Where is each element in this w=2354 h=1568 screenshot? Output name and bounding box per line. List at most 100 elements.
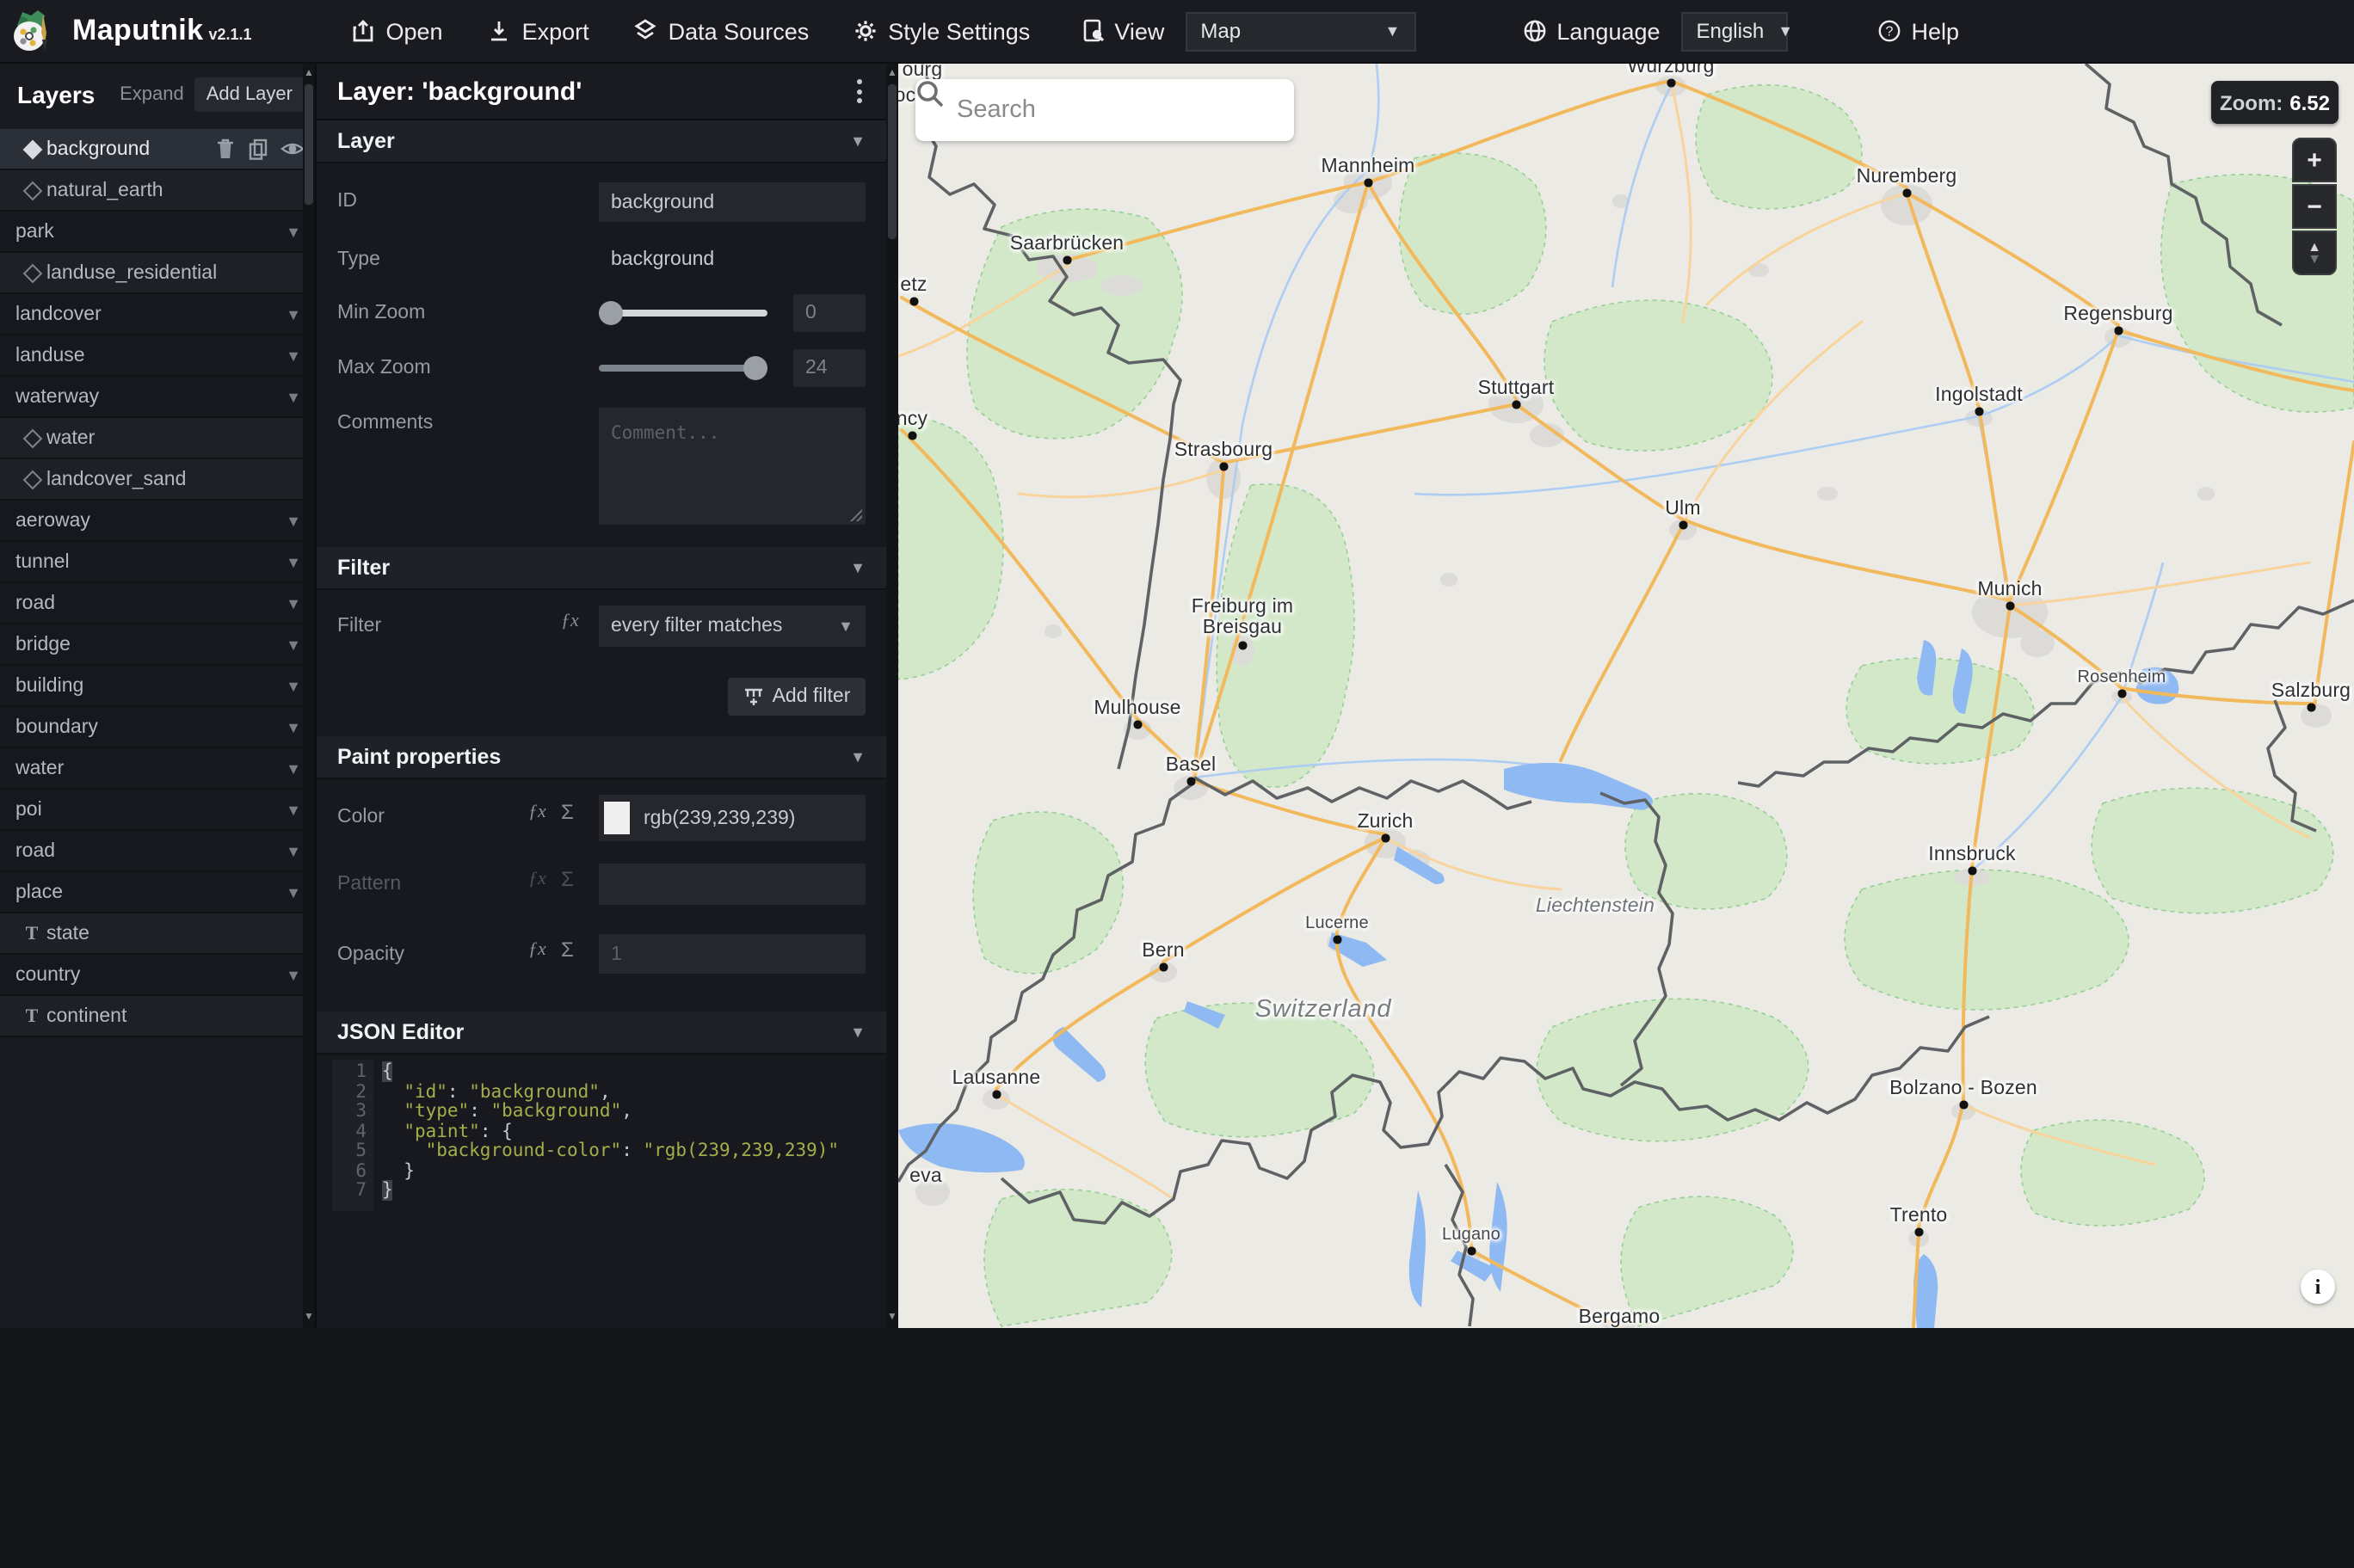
sidebar-item-background[interactable]: background [0, 129, 315, 170]
sidebar-item-waterway[interactable]: waterway ▼ [0, 377, 315, 418]
add-layer-button[interactable]: Add Layer [194, 77, 305, 111]
min-zoom-slider[interactable] [599, 294, 767, 332]
zoom-in-button[interactable]: + [2292, 138, 2337, 182]
sidebar-item-place[interactable]: place ▼ [0, 872, 315, 913]
min-zoom-value[interactable]: 0 [793, 294, 866, 332]
layer-editor: Layer: 'background' Layer ▼ ID backgroun… [315, 64, 886, 1327]
sigma-icon[interactable]: Σ [561, 867, 574, 891]
section-json-editor[interactable]: JSON Editor ▼ [317, 1012, 886, 1055]
help-button[interactable]: ? Help [1877, 18, 1959, 44]
map-search[interactable] [915, 79, 1294, 141]
layer-type-icon [17, 469, 46, 489]
pattern-field[interactable] [599, 864, 866, 905]
city-dot [1333, 935, 1341, 944]
color-field[interactable]: rgb(239,239,239) [599, 795, 866, 841]
view-select[interactable]: Map ▼ [1185, 11, 1416, 51]
sidebar-item-continent[interactable]: Tcontinent [0, 996, 315, 1037]
layer-editor-titlebar: Layer: 'background' [317, 64, 886, 120]
data-sources-icon [635, 19, 657, 40]
sidebar-item-natural_earth[interactable]: natural_earth [0, 170, 315, 212]
sidebar-item-poi[interactable]: poi ▼ [0, 790, 315, 831]
sidebar-item-landuse_residential[interactable]: landuse_residential [0, 253, 315, 294]
sidebar-scrollbar[interactable]: ▲ ▼ [303, 64, 315, 1327]
section-layer[interactable]: Layer ▼ [317, 120, 886, 163]
sidebar-item-road[interactable]: road ▼ [0, 831, 315, 872]
map-label: oc [898, 86, 916, 107]
top-toolbar: Maputnik v2.1.1 Open Export Data Sources… [0, 0, 2354, 64]
section-paint[interactable]: Paint properties ▼ [317, 736, 886, 779]
open-button[interactable]: Open [352, 18, 443, 44]
chevron-down-icon: ▼ [850, 559, 866, 576]
map-canvas[interactable]: ourg oc Würzburg Mannheim Nuremberg Saarbrück… [898, 64, 2354, 1327]
sidebar-item-boundary[interactable]: boundary ▼ [0, 707, 315, 748]
language-select[interactable]: English ▼ [1680, 11, 1793, 51]
trash-icon[interactable] [215, 138, 236, 160]
search-input[interactable] [953, 95, 1236, 126]
opacity-field[interactable]: 1 [599, 934, 866, 974]
max-zoom-value[interactable]: 24 [793, 349, 866, 387]
chevron-down-icon: ▼ [850, 748, 866, 766]
filter-select[interactable]: every filter matches ▼ [599, 606, 866, 647]
city-dot [1914, 1227, 1923, 1236]
color-swatch[interactable] [604, 802, 630, 834]
sidebar-item-tunnel[interactable]: tunnel ▼ [0, 542, 315, 583]
add-filter-button[interactable]: Add filter [728, 678, 866, 716]
map-label: Bergamo [1578, 1307, 1661, 1327]
sidebar-item-landcover[interactable]: landcover ▼ [0, 294, 315, 335]
city-dot [1364, 178, 1372, 187]
city-dot [992, 1090, 1001, 1098]
sidebar-item-water[interactable]: water [0, 418, 315, 459]
compass-button[interactable]: ▲ ▼ [2292, 231, 2337, 275]
max-zoom-label: Max Zoom [337, 358, 431, 378]
kebab-menu-icon[interactable] [857, 79, 862, 103]
export-button[interactable]: Export [488, 18, 589, 44]
style-settings-button[interactable]: Style Settings [853, 18, 1030, 44]
duplicate-icon[interactable] [248, 138, 268, 160]
sidebar-item-bridge[interactable]: bridge ▼ [0, 624, 315, 666]
fx-icon[interactable]: ƒx [528, 869, 546, 889]
editor-scrollbar[interactable]: ▲ ▼ [886, 64, 898, 1327]
section-filter[interactable]: Filter ▼ [317, 547, 886, 590]
open-icon [354, 20, 373, 42]
fx-icon[interactable]: ƒx [561, 611, 579, 631]
sidebar-item-road[interactable]: road ▼ [0, 583, 315, 624]
chevron-down-icon: ▼ [286, 677, 301, 694]
city-dot [1975, 407, 1983, 415]
opacity-label: Opacity [337, 944, 404, 965]
layers-header: Layers Expand Add Layer [0, 64, 315, 117]
zoom-out-button[interactable]: − [2292, 184, 2337, 229]
comments-textarea[interactable]: Comment... [599, 408, 866, 525]
sidebar-item-park[interactable]: park ▼ [0, 212, 315, 253]
json-editor[interactable]: 1234567 { "id": "background", "type": "b… [332, 1060, 866, 1211]
map-label: ourg [902, 64, 943, 81]
expand-button[interactable]: Expand [109, 78, 194, 109]
sidebar-item-country[interactable]: country ▼ [0, 955, 315, 996]
fx-icon[interactable]: ƒx [528, 802, 546, 822]
sidebar-item-aeroway[interactable]: aeroway ▼ [0, 501, 315, 542]
fx-icon[interactable]: ƒx [528, 939, 546, 960]
resize-handle[interactable] [850, 509, 862, 521]
sidebar-item-water[interactable]: water ▼ [0, 748, 315, 790]
chevron-down-icon: ▼ [286, 966, 301, 983]
sidebar-item-building[interactable]: building ▼ [0, 666, 315, 707]
visibility-icon[interactable] [280, 139, 305, 158]
sigma-icon[interactable]: Σ [561, 800, 574, 824]
sigma-icon[interactable]: Σ [561, 938, 574, 962]
layer-type-icon [17, 427, 46, 448]
zoom-indicator: Zoom: 6.52 [2211, 81, 2339, 124]
id-field[interactable]: background [599, 182, 866, 222]
chevron-down-icon: ▼ [1778, 22, 1794, 40]
attribution-info-button[interactable]: i [2301, 1270, 2335, 1304]
sidebar-item-state[interactable]: Tstate [0, 913, 315, 955]
layer-actions [215, 138, 305, 160]
layer-label: place [15, 882, 63, 902]
data-sources-button[interactable]: Data Sources [634, 18, 809, 44]
sidebar-item-landcover_sand[interactable]: landcover_sand [0, 459, 315, 501]
type-value: background [611, 249, 715, 270]
language-label: Language [1522, 18, 1661, 44]
sidebar-item-landuse[interactable]: landuse ▼ [0, 335, 315, 377]
json-code[interactable]: { "id": "background", "type": "backgroun… [373, 1060, 839, 1211]
max-zoom-slider[interactable] [599, 349, 767, 387]
city-dot [1467, 1246, 1476, 1255]
city-dot [1133, 720, 1142, 729]
